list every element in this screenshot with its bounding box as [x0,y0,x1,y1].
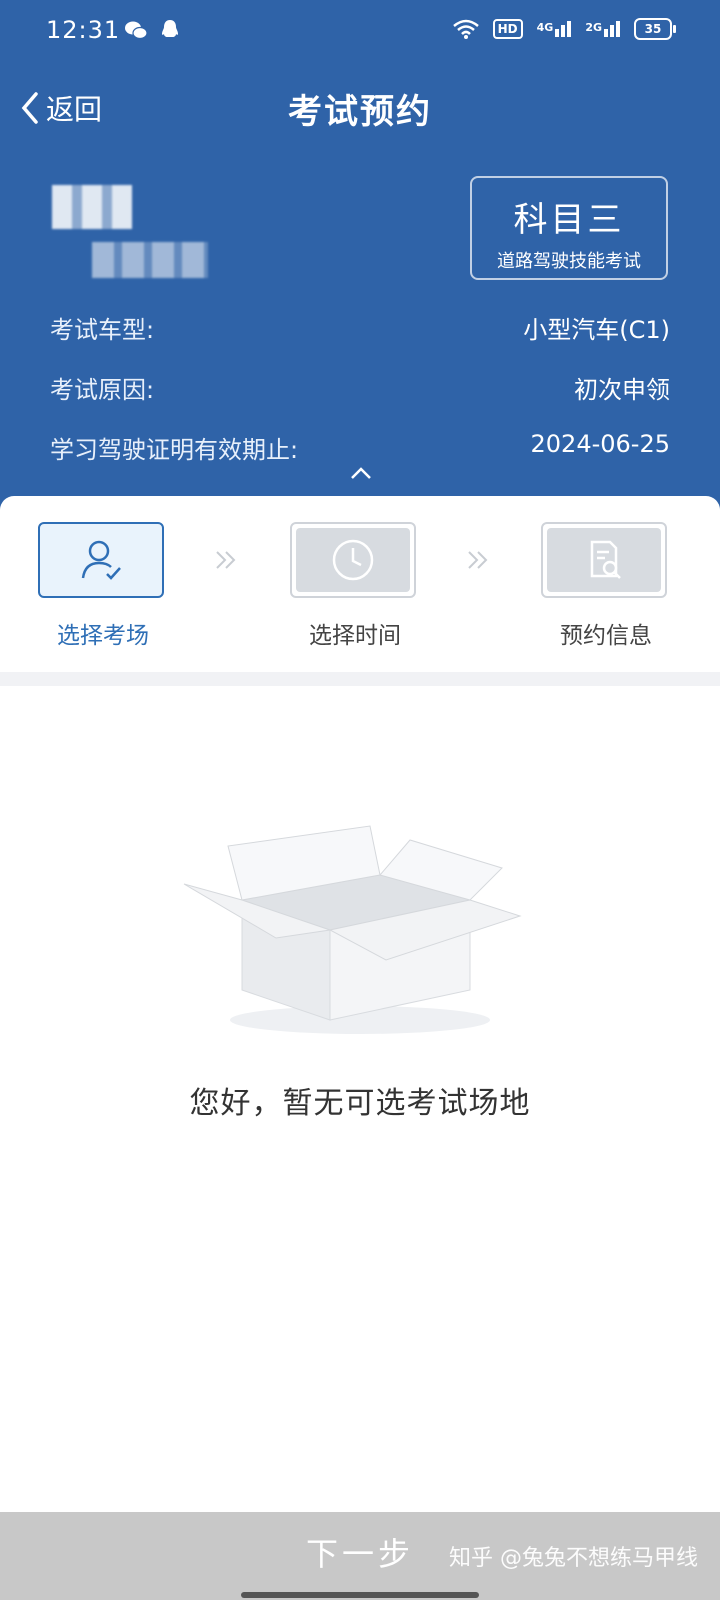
wifi-icon [452,19,479,39]
signal-2g-label: 2G [585,21,602,34]
step-icon-box [38,522,164,598]
nav-bar: 返回 考试预约 [0,78,720,138]
applicant-id-redacted [92,242,208,278]
subject-badge: 科目三 道路驾驶技能考试 [470,176,668,280]
info-row-validity: 学习驾驶证明有效期止: 2024-06-25 [50,430,670,465]
applicant-name-redacted [52,185,132,229]
step-select-time[interactable]: 选择时间 [290,522,420,650]
hd-badge: HD [492,19,523,39]
step-icon-box [290,522,416,598]
watermark-text: 知乎 @兔兔不想练马甲线 [449,1546,698,1571]
empty-state-message: 您好，暂无可选考试场地 [189,1086,531,1121]
info-row-vehicle: 考试车型: 小型汽车(C1) [50,310,670,345]
battery-icon: 35 [634,18,676,40]
steps-progress: 选择考场 选择时间 预约信息 [0,496,720,672]
subject-name: 科目三 [513,200,625,240]
section-divider [0,672,720,686]
subject-description: 道路驾驶技能考试 [497,251,641,272]
signal-2g-icon: 2G [585,21,620,37]
step-label: 选择考场 [57,623,149,649]
step-icon-box [541,522,667,598]
step-label: 选择时间 [309,623,401,649]
app-header: 12:31 HD 4G 2G 35 返回 考试预约 科目三 道路驾驶技能考试 考… [0,0,720,520]
info-value: 小型汽车(C1) [523,316,670,344]
chevron-double-right-icon [216,551,236,569]
clock-icon [332,539,374,581]
qq-icon [162,20,178,37]
person-check-icon [81,540,121,580]
status-time: 12:31 [46,16,121,44]
wechat-icon [125,21,148,40]
signal-4g-label: 4G [536,21,554,34]
document-search-icon [590,540,621,579]
info-label: 学习驾驶证明有效期止: [50,436,299,464]
step-booking-info[interactable]: 预约信息 [541,522,671,650]
status-bar: 12:31 HD 4G 2G 35 [0,0,720,64]
info-row-reason: 考试原因: 初次申领 [50,370,670,405]
chevron-double-right-icon [468,551,488,569]
footer-bar: 下一步 知乎 @兔兔不想练马甲线 [0,1512,720,1600]
home-indicator[interactable] [241,1592,479,1598]
signal-4g-icon: 4G [537,21,572,37]
step-select-venue[interactable]: 选择考场 [38,522,168,650]
info-value: 初次申领 [574,376,670,404]
status-icons: HD 4G 2G 35 [452,18,676,40]
info-value: 2024-06-25 [530,430,670,458]
info-label: 考试车型: [50,316,155,344]
step-label: 预约信息 [560,623,652,649]
collapse-chevron-icon[interactable] [349,464,373,484]
empty-box-icon [183,825,522,1034]
info-label: 考试原因: [50,376,155,404]
page-title: 考试预约 [288,92,432,132]
